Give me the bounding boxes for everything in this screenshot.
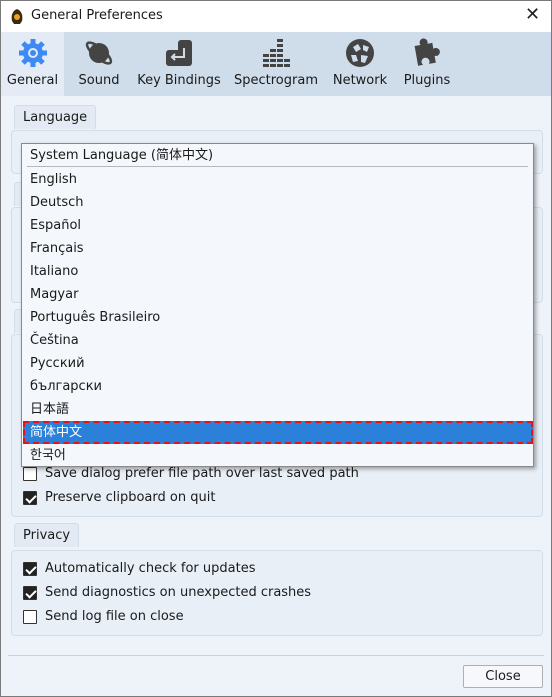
- tab-label: General: [6, 73, 59, 88]
- language-option-highlighted[interactable]: 简体中文: [23, 421, 533, 444]
- equalizer-icon: [263, 39, 290, 67]
- close-icon[interactable]: ✕: [525, 4, 540, 25]
- language-option[interactable]: Русский: [23, 352, 533, 375]
- language-group-label: Language: [14, 105, 97, 129]
- tab-general[interactable]: General: [1, 32, 64, 96]
- tab-spectrogram[interactable]: Spectrogram: [231, 32, 321, 96]
- language-option[interactable]: 한국어: [23, 444, 533, 467]
- tab-label: Network: [332, 73, 388, 88]
- send-log-checkbox[interactable]: [23, 610, 37, 624]
- title-bar: General Preferences ✕: [1, 1, 551, 32]
- close-button[interactable]: Close: [463, 665, 543, 688]
- tab-network[interactable]: Network: [329, 32, 391, 96]
- preserve-clipboard-checkbox[interactable]: [23, 491, 37, 505]
- tab-key-bindings[interactable]: Key Bindings: [134, 32, 224, 96]
- language-option[interactable]: 日本語: [23, 398, 533, 421]
- footer-divider: [8, 655, 544, 656]
- language-option[interactable]: Deutsch: [23, 191, 533, 214]
- language-option[interactable]: Magyar: [23, 283, 533, 306]
- check-updates-checkbox[interactable]: [23, 562, 37, 576]
- checkbox-label: Preserve clipboard on quit: [45, 490, 216, 505]
- preferences-window: General Preferences ✕ General Sound Key …: [0, 0, 552, 697]
- language-dropdown-list: System Language (简体中文) English Deutsch E…: [21, 143, 534, 467]
- tab-label: Spectrogram: [234, 73, 318, 88]
- language-option[interactable]: Español: [23, 214, 533, 237]
- tab-label: Sound: [78, 73, 120, 88]
- language-option[interactable]: Čeština: [23, 329, 533, 352]
- puzzle-icon: [414, 38, 440, 66]
- enter-key-icon: [166, 40, 192, 66]
- language-option[interactable]: System Language (简体中文): [23, 144, 533, 167]
- checkbox-label: Send log file on close: [45, 609, 184, 624]
- checkbox-label: Automatically check for updates: [45, 561, 256, 576]
- tab-label: Plugins: [403, 73, 451, 88]
- globe-icon: [346, 39, 374, 67]
- send-diagnostics-checkbox[interactable]: [23, 586, 37, 600]
- checkbox-label: Save dialog prefer file path over last s…: [45, 466, 359, 481]
- language-option[interactable]: Italiano: [23, 260, 533, 283]
- planet-icon: [85, 41, 113, 65]
- tab-sound[interactable]: Sound: [71, 32, 127, 96]
- language-option[interactable]: Français: [23, 237, 533, 260]
- save-dialog-path-checkbox[interactable]: [23, 467, 37, 481]
- tab-label: Key Bindings: [137, 73, 221, 88]
- option-separator: [27, 166, 528, 167]
- tab-plugins[interactable]: Plugins: [399, 32, 455, 96]
- language-option[interactable]: English: [23, 168, 533, 191]
- app-logo-icon: [11, 9, 23, 24]
- language-option[interactable]: български: [23, 375, 533, 398]
- gear-icon: [18, 39, 47, 67]
- language-option[interactable]: Português Brasileiro: [23, 306, 533, 329]
- checkbox-label: Send diagnostics on unexpected crashes: [45, 585, 312, 600]
- window-title: General Preferences: [31, 8, 163, 23]
- privacy-group-label: Privacy: [14, 523, 80, 547]
